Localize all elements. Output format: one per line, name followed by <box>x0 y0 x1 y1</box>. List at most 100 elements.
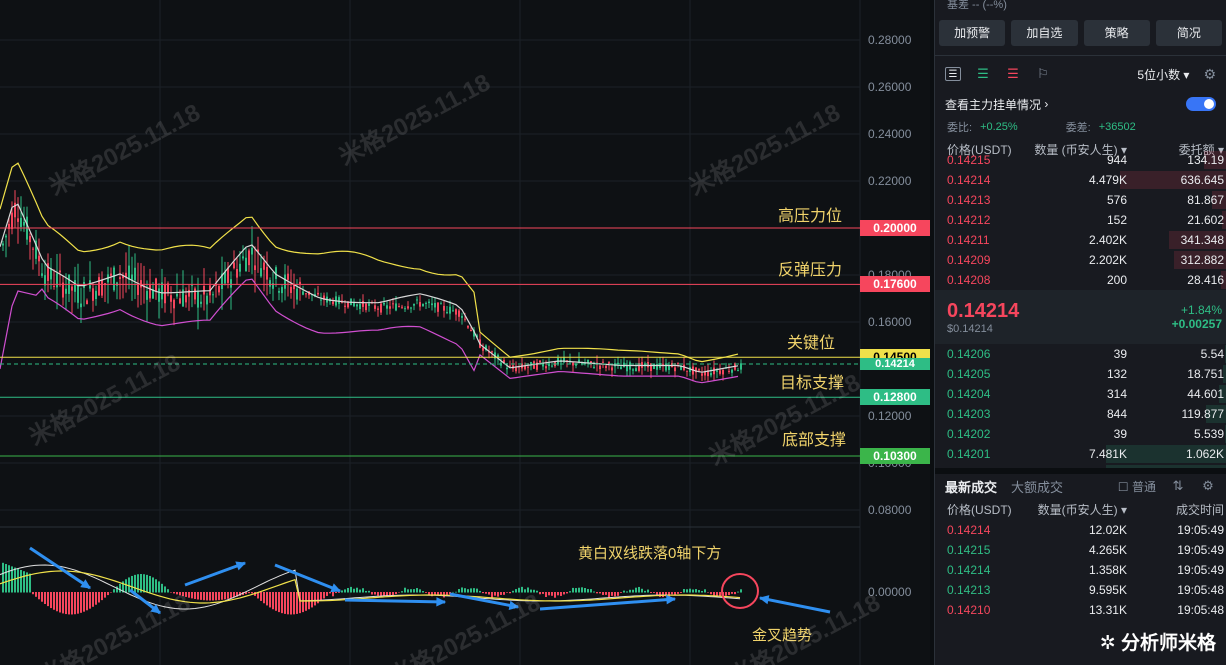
ask-row[interactable]: 0.14209 2.202K 312.882 <box>935 250 1226 270</box>
candle-body <box>455 309 457 315</box>
candle-body <box>515 367 517 372</box>
macd-bar <box>170 592 172 593</box>
macd-bar <box>341 590 343 593</box>
main-orders-toggle[interactable] <box>1186 97 1216 111</box>
normal-checkbox[interactable]: ☐ 普通 <box>1118 478 1156 495</box>
macd-bar <box>611 592 613 596</box>
macd-bar <box>320 592 322 601</box>
macd-bar <box>737 591 739 593</box>
candle-body <box>602 361 604 363</box>
ask-row[interactable]: 0.14212 152 21.602 <box>935 210 1226 230</box>
macd-bar <box>518 587 520 593</box>
candle-body <box>74 280 76 292</box>
macd-bar <box>647 589 649 593</box>
overview-button[interactable]: 简况 <box>1155 20 1222 46</box>
settings-icon[interactable]: ⚙ <box>1200 479 1216 493</box>
candle-body <box>236 269 238 278</box>
candle-body <box>197 290 199 308</box>
macd-bar <box>479 590 481 593</box>
macd-bar <box>68 592 70 615</box>
macd-bar <box>701 590 703 593</box>
book-asks-icon[interactable]: ☰ <box>1005 67 1021 81</box>
macd-bar <box>50 592 52 609</box>
main-orders-link[interactable]: 查看主力挂单情况 <box>945 96 1041 113</box>
macd-bar <box>602 592 604 595</box>
bid-row[interactable]: 0.14205 132 18.751 <box>935 364 1226 384</box>
candle-body <box>80 303 82 308</box>
macd-bar <box>500 592 502 595</box>
macd-bar <box>203 592 205 601</box>
macd-bar <box>77 592 79 614</box>
candle-body <box>86 300 88 305</box>
kline-chart[interactable]: 0.28000 0.26000 0.24000 0.22000 0.18000 0.160… <box>0 0 930 665</box>
macd-bar <box>296 592 298 614</box>
bid-row[interactable]: 0.14202 39 5.539 <box>935 424 1226 444</box>
price-axis-label: 0.08000 <box>868 503 912 517</box>
ask-row[interactable]: 0.14208 200 28.416 <box>935 270 1226 290</box>
macd-bar <box>506 592 508 593</box>
macd-bar <box>392 592 394 596</box>
macd-bar <box>278 592 280 613</box>
book-flag-icon[interactable]: ⚐ <box>1035 67 1051 81</box>
macd-bar <box>509 592 511 594</box>
macd-bar <box>101 592 103 601</box>
ask-row[interactable]: 0.14214 4.479K 636.645 <box>935 170 1226 190</box>
book-both-icon[interactable]: ☰ <box>945 67 961 81</box>
candle-body <box>251 247 253 255</box>
macd-bar <box>632 589 634 593</box>
decimals-select[interactable]: 5位小数 ▾ <box>1137 66 1189 83</box>
macd-bar <box>425 592 427 593</box>
bid-row[interactable]: 0.14201 7.481K 1.062K <box>935 444 1226 464</box>
tab-large-trades[interactable]: 大额成交 <box>1011 477 1063 496</box>
ask-row[interactable]: 0.14213 576 81.867 <box>935 190 1226 210</box>
macd-bar <box>284 592 286 614</box>
trade-row: 0.14215 4.265K 19:05:49 <box>935 540 1226 560</box>
order-price: 0.14206 <box>947 347 991 361</box>
macd-bar <box>731 592 733 594</box>
candle-body <box>530 362 532 364</box>
macd-note: 黄白双线跌落0轴下方 <box>578 545 722 562</box>
order-price: 0.14205 <box>947 367 991 381</box>
macd-bar <box>473 588 475 593</box>
add-alert-button[interactable]: 加预警 <box>939 20 1006 46</box>
sort-icon[interactable]: ⇅ <box>1170 479 1186 493</box>
macd-bar <box>44 592 46 604</box>
macd-bar <box>191 592 193 599</box>
book-bids-icon[interactable]: ☰ <box>975 67 991 81</box>
add-favorite-button[interactable]: 加自选 <box>1011 20 1078 46</box>
candle-body <box>140 280 142 288</box>
macd-bar <box>389 592 391 596</box>
ask-row[interactable]: 0.14215 944 134.19 <box>935 150 1226 170</box>
bid-row[interactable]: 0.14203 844 119.877 <box>935 404 1226 424</box>
gear-icon[interactable]: ⚙ <box>1203 66 1216 83</box>
macd-bar <box>710 592 712 595</box>
tab-latest-trades[interactable]: 最新成交 <box>945 477 997 496</box>
bid-row[interactable]: 0.1420032.38K4.598K <box>935 464 1226 468</box>
candle-body <box>119 277 121 279</box>
macd-bar <box>230 592 232 599</box>
macd-bar <box>395 592 397 595</box>
brand-logo: ✲ 分析师米格 <box>1099 633 1216 654</box>
bid-row[interactable]: 0.14206 39 5.54 <box>935 344 1226 364</box>
order-price: 0.14201 <box>947 447 991 461</box>
ask-row[interactable]: 0.14211 2.402K 341.348 <box>935 230 1226 250</box>
macd-bar <box>467 589 469 593</box>
trades-qty-select[interactable]: 数量(币安人生) ▾ <box>1027 501 1127 518</box>
order-qty: 844 <box>1106 407 1127 421</box>
candle-body <box>635 368 637 372</box>
macd-bar <box>215 592 217 601</box>
macd-bar <box>572 587 574 593</box>
right-panel: 基差 -- (--%) 加预警 加自选 策略 简况 ☰ ☰ ☰ ⚐ 5位小数 ▾… <box>934 0 1226 665</box>
candle-body <box>551 365 553 367</box>
order-price: 0.14209 <box>947 253 991 267</box>
main-orders-row[interactable]: 查看主力挂单情况 › <box>935 92 1226 116</box>
macd-bar <box>362 588 364 593</box>
candle-body <box>5 235 7 238</box>
candle-body <box>662 363 664 365</box>
macd-bar <box>116 586 118 593</box>
arrow-head <box>666 594 677 605</box>
candle-body <box>377 308 379 310</box>
bid-row[interactable]: 0.14204 314 44.601 <box>935 384 1226 404</box>
macd-bar <box>89 592 91 609</box>
strategy-button[interactable]: 策略 <box>1083 20 1150 46</box>
